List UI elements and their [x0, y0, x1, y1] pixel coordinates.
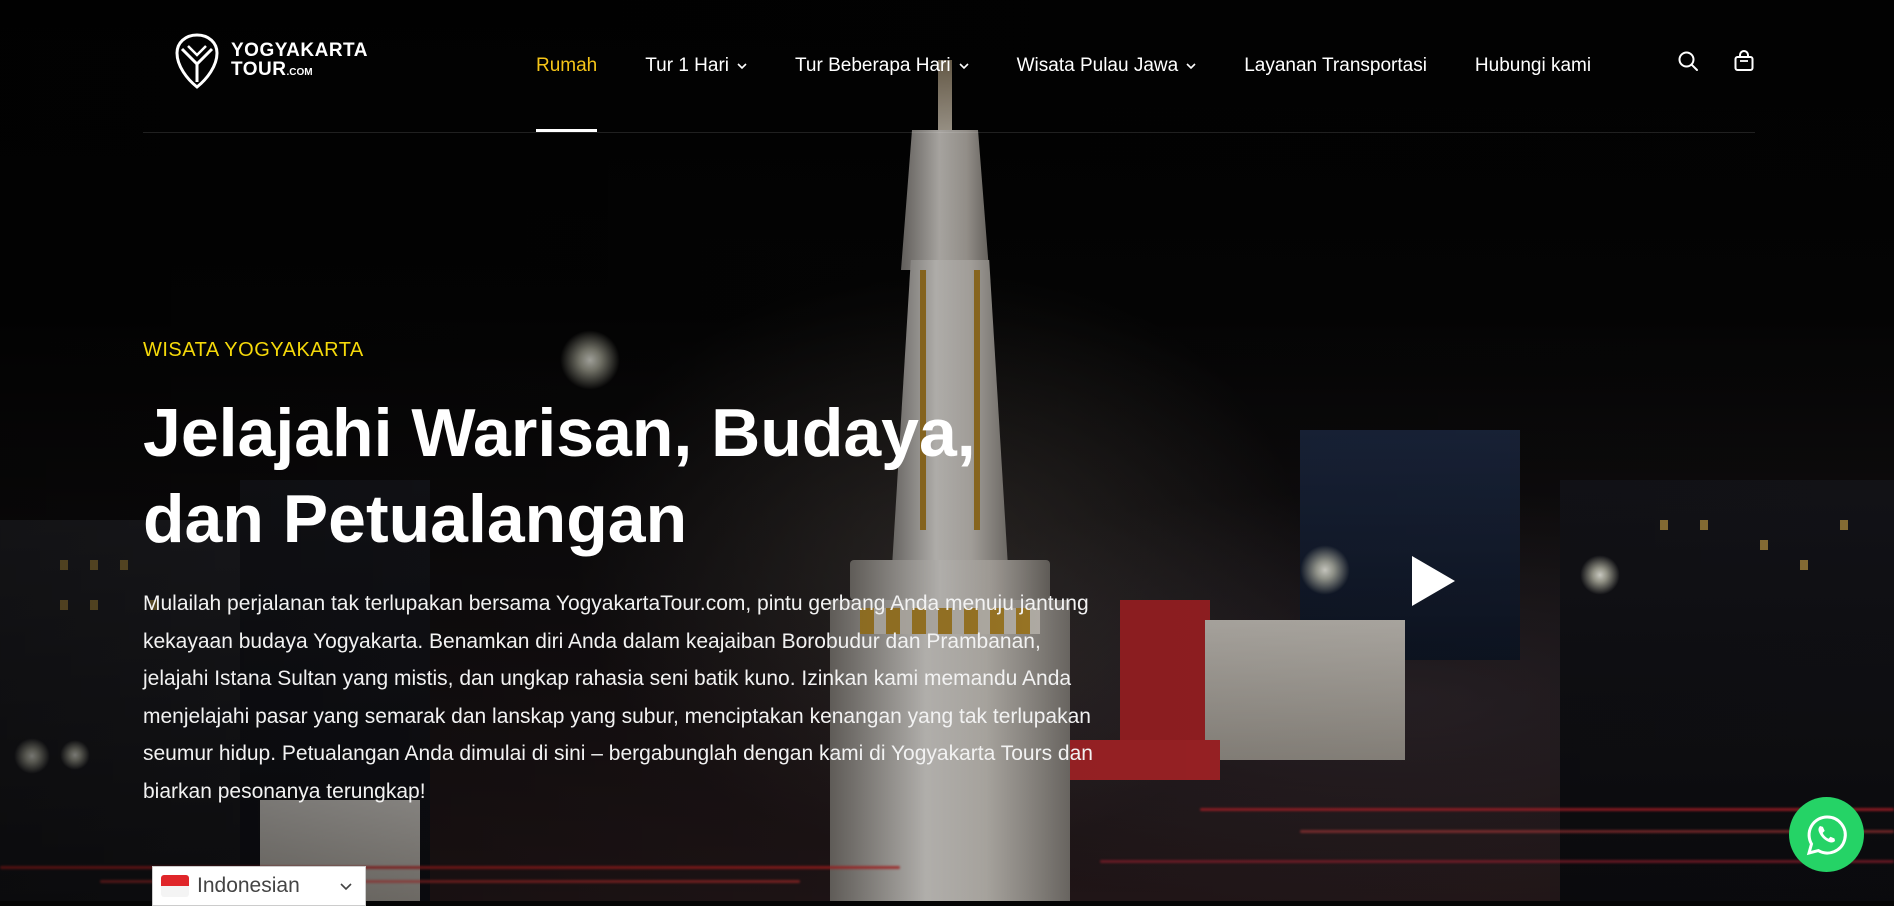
language-selector[interactable]: Indonesian [152, 866, 366, 906]
nav-item-tur-1-hari[interactable]: Tur 1 Hari [645, 0, 747, 132]
logo-line-1: YOGYAKARTA [231, 39, 368, 61]
hero-eyebrow: WISATA YOGYAKARTA [143, 339, 364, 361]
chevron-down-icon [340, 883, 352, 891]
logo-wordmark: YOGYAKARTA TOUR.COM [231, 41, 368, 82]
logo-line-2: TOUR.COM [231, 58, 313, 80]
hero-description: Mulailah perjalanan tak terlupakan bersa… [143, 592, 1093, 803]
nav-item-tur-beberapa-hari[interactable]: Tur Beberapa Hari [795, 0, 969, 132]
headline-line-2: dan Petualangan [143, 481, 688, 557]
chevron-down-icon [737, 63, 747, 70]
play-video-icon[interactable] [1408, 553, 1458, 609]
chevron-down-icon [959, 63, 969, 70]
nav-label: Tur Beberapa Hari [795, 55, 951, 76]
nav-label: Tur 1 Hari [645, 55, 730, 76]
shopping-bag-icon[interactable] [1733, 50, 1755, 72]
nav-item-hubungi-kami[interactable]: Hubungi kami [1475, 0, 1591, 132]
nav-item-wisata-pulau-jawa[interactable]: Wisata Pulau Jawa [1017, 0, 1197, 132]
nav-label: Wisata Pulau Jawa [1016, 55, 1179, 76]
nav-item-rumah[interactable]: Rumah [536, 0, 598, 132]
main-nav: Rumah Tur 1 Hari Tur Beberapa Hari Wisat… [536, 0, 1639, 132]
logo-shield-icon [175, 33, 219, 89]
nav-label: Layanan Transportasi [1244, 55, 1427, 76]
language-label: Indonesian [197, 874, 300, 897]
hero-headline: Jelajahi Warisan, Budaya, dan Petualanga… [143, 390, 1043, 562]
whatsapp-chat-button[interactable] [1789, 797, 1864, 872]
nav-label: Rumah [536, 55, 598, 76]
logo-suffix: .COM [286, 66, 313, 78]
indonesia-flag-icon [161, 875, 189, 897]
nav-item-layanan-transportasi[interactable]: Layanan Transportasi [1244, 0, 1427, 132]
search-icon[interactable] [1677, 50, 1699, 72]
site-logo[interactable]: YOGYAKARTA TOUR.COM [173, 32, 368, 90]
header-actions [1677, 50, 1755, 72]
whatsapp-icon [1806, 814, 1847, 855]
headline-line-1: Jelajahi Warisan, Budaya, [143, 395, 976, 471]
nav-label: Hubungi kami [1474, 55, 1592, 76]
site-header: YOGYAKARTA TOUR.COM Rumah Tur 1 Hari Tur… [143, 0, 1755, 133]
chevron-down-icon [1186, 63, 1196, 70]
